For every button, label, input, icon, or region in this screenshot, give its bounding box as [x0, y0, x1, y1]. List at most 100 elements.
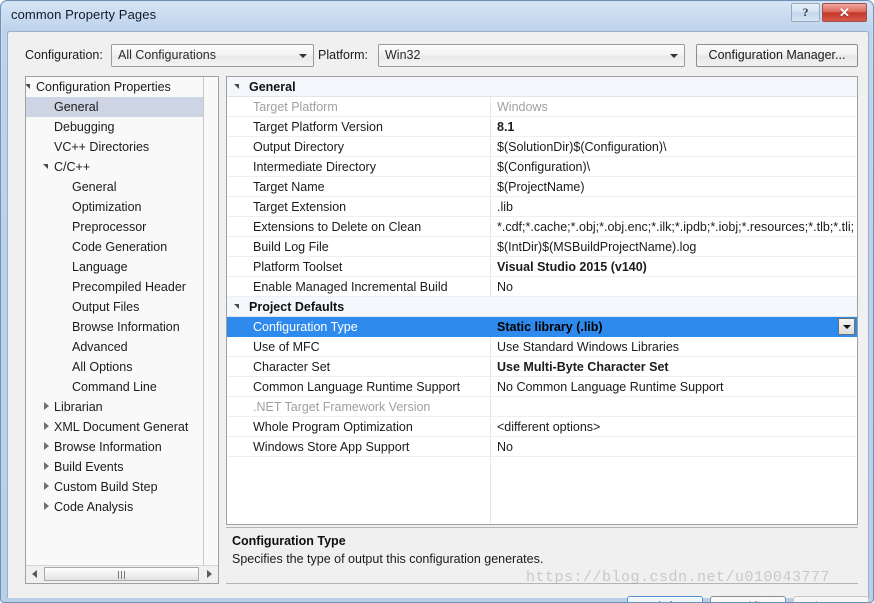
sidebar-item-c-c[interactable]: C/C++: [26, 157, 203, 177]
property-row[interactable]: Extensions to Delete on Clean *.cdf;*.cac…: [227, 217, 857, 237]
property-value[interactable]: $(SolutionDir)$(Configuration)\: [497, 137, 667, 157]
property-row[interactable]: Target Platform Version 8.1: [227, 117, 857, 137]
sidebar-item-general[interactable]: General: [26, 177, 203, 197]
sidebar-item-xml-document-generat[interactable]: XML Document Generat: [26, 417, 203, 437]
property-row[interactable]: Common Language Runtime Support No Common…: [227, 377, 857, 397]
property-grid[interactable]: General Target Platform Windows Target Plat…: [226, 76, 858, 525]
property-pages-window: common Property Pages ? ✕ Configuration:…: [0, 0, 874, 603]
scroll-right-icon[interactable]: [201, 566, 218, 582]
property-value[interactable]: 8.1: [497, 117, 514, 137]
property-row[interactable]: Enable Managed Incremental Build No: [227, 277, 857, 297]
platform-label: Platform:: [318, 48, 369, 62]
property-category-row[interactable]: General: [227, 77, 857, 97]
category-expand-arrow-icon[interactable]: [233, 297, 245, 317]
property-row[interactable]: Use of MFC Use Standard Windows Libraries: [227, 337, 857, 357]
sidebar-item-language[interactable]: Language: [26, 257, 203, 277]
property-row[interactable]: Configuration Type Static library (.lib): [227, 317, 857, 337]
property-value[interactable]: $(ProjectName): [497, 177, 585, 197]
configuration-dropdown[interactable]: All Configurations: [111, 44, 314, 67]
help-icon[interactable]: ?: [791, 3, 820, 22]
sidebar-item-build-events[interactable]: Build Events: [26, 457, 203, 477]
property-category-row[interactable]: Project Defaults: [227, 297, 857, 317]
sidebar-item-vc-directories[interactable]: VC++ Directories: [26, 137, 203, 157]
property-name: Common Language Runtime Support: [253, 380, 461, 394]
sidebar-item-general[interactable]: General: [26, 97, 203, 117]
tree-expand-arrow-icon[interactable]: [26, 77, 34, 97]
property-row[interactable]: Whole Program Optimization <different opt…: [227, 417, 857, 437]
sidebar-item-preprocessor[interactable]: Preprocessor: [26, 217, 203, 237]
scrollbar-thumb[interactable]: [44, 567, 199, 581]
tree-horizontal-scrollbar[interactable]: [26, 565, 218, 583]
property-name: Extensions to Delete on Clean: [253, 220, 422, 234]
chevron-down-icon[interactable]: [665, 46, 683, 65]
property-value[interactable]: $(IntDir)$(MSBuildProjectName).log: [497, 237, 696, 257]
property-value[interactable]: Use Multi-Byte Character Set: [497, 357, 669, 377]
sidebar-item-label: Code Analysis: [54, 500, 134, 514]
tree-collapse-arrow-icon[interactable]: [42, 477, 52, 497]
sidebar-item-command-line[interactable]: Command Line: [26, 377, 203, 397]
dialog-client-area: Configuration: All Configurations Platfo…: [7, 31, 869, 602]
sidebar-item-code-generation[interactable]: Code Generation: [26, 237, 203, 257]
sidebar-item-code-analysis[interactable]: Code Analysis: [26, 497, 203, 517]
tree-collapse-arrow-icon[interactable]: [42, 437, 52, 457]
property-row[interactable]: Build Log File $(IntDir)$(MSBuildProjectN…: [227, 237, 857, 257]
tree-collapse-arrow-icon[interactable]: [42, 397, 52, 417]
sidebar-item-all-options[interactable]: All Options: [26, 357, 203, 377]
sidebar-item-label: General: [72, 180, 117, 194]
tree-collapse-arrow-icon[interactable]: [42, 457, 52, 477]
property-value[interactable]: No Common Language Runtime Support: [497, 377, 724, 397]
sidebar-item-browse-information[interactable]: Browse Information: [26, 437, 203, 457]
scroll-left-icon[interactable]: [26, 566, 43, 582]
sidebar-item-custom-build-step[interactable]: Custom Build Step: [26, 477, 203, 497]
property-value[interactable]: .lib: [497, 197, 513, 217]
category-expand-arrow-icon[interactable]: [233, 77, 245, 97]
property-value[interactable]: $(Configuration)\: [497, 157, 590, 177]
tree-collapse-arrow-icon[interactable]: [42, 417, 52, 437]
description-text: Specifies the type of output this config…: [232, 552, 544, 566]
sidebar-item-librarian[interactable]: Librarian: [26, 397, 203, 417]
chevron-down-icon[interactable]: [294, 46, 312, 65]
property-value[interactable]: Windows: [497, 97, 548, 117]
sidebar-item-advanced[interactable]: Advanced: [26, 337, 203, 357]
property-row[interactable]: Intermediate Directory $(Configuration)\: [227, 157, 857, 177]
configuration-value: All Configurations: [118, 48, 216, 62]
property-name: Intermediate Directory: [253, 160, 376, 174]
property-value-dropdown-button[interactable]: [838, 318, 855, 335]
property-row[interactable]: Output Directory $(SolutionDir)$(Configur…: [227, 137, 857, 157]
property-row[interactable]: Windows Store App Support No: [227, 437, 857, 457]
property-value[interactable]: No: [497, 277, 513, 297]
tree-collapse-arrow-icon[interactable]: [42, 497, 52, 517]
sidebar-item-label: XML Document Generat: [54, 420, 189, 434]
cancel-button[interactable]: 取消: [710, 596, 786, 602]
property-value[interactable]: Static library (.lib): [497, 317, 603, 337]
platform-dropdown[interactable]: Win32: [378, 44, 685, 67]
property-row[interactable]: Target Platform Windows: [227, 97, 857, 117]
property-value[interactable]: <different options>: [497, 417, 600, 437]
property-value[interactable]: *.cdf;*.cache;*.obj;*.obj.enc;*.ilk;*.ip…: [497, 217, 854, 237]
configuration-properties-tree[interactable]: Configuration Properties General Debugging…: [25, 76, 219, 584]
property-row[interactable]: Target Extension .lib: [227, 197, 857, 217]
tree-expand-arrow-icon[interactable]: [42, 157, 52, 177]
configuration-manager-button[interactable]: Configuration Manager...: [696, 44, 858, 67]
sidebar-item-debugging[interactable]: Debugging: [26, 117, 203, 137]
property-name: Target Name: [253, 180, 325, 194]
ok-button[interactable]: 确定: [627, 596, 703, 602]
sidebar-item-label: Optimization: [72, 200, 142, 214]
property-row[interactable]: Target Name $(ProjectName): [227, 177, 857, 197]
property-value[interactable]: No: [497, 437, 513, 457]
property-row[interactable]: .NET Target Framework Version: [227, 397, 857, 417]
property-value[interactable]: Use Standard Windows Libraries: [497, 337, 679, 357]
sidebar-item-precompiled-header[interactable]: Precompiled Header: [26, 277, 203, 297]
property-value[interactable]: Visual Studio 2015 (v140): [497, 257, 647, 277]
description-title: Configuration Type: [232, 534, 346, 548]
sidebar-item-optimization[interactable]: Optimization: [26, 197, 203, 217]
property-row[interactable]: Platform Toolset Visual Studio 2015 (v140…: [227, 257, 857, 277]
close-icon[interactable]: ✕: [822, 3, 867, 22]
sidebar-item-configuration-properties[interactable]: Configuration Properties: [26, 77, 203, 97]
sidebar-item-label: Language: [72, 260, 128, 274]
sidebar-item-browse-information[interactable]: Browse Information: [26, 317, 203, 337]
property-description-panel: Configuration Type Specifies the type of…: [226, 527, 858, 584]
configuration-toolbar: Configuration: All Configurations Platfo…: [8, 32, 864, 76]
property-row[interactable]: Character Set Use Multi-Byte Character Se…: [227, 357, 857, 377]
sidebar-item-output-files[interactable]: Output Files: [26, 297, 203, 317]
